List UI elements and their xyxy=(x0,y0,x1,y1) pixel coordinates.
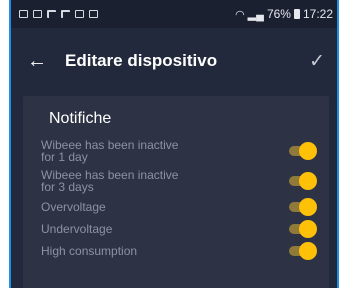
battery-icon xyxy=(293,9,300,19)
toggle-knob xyxy=(299,142,317,160)
flag-icon xyxy=(61,10,70,18)
notification-list: Wibeee has been inactive for 1 day Wibee… xyxy=(23,136,329,262)
app-bar: ← Editare dispositivo ✓ xyxy=(11,28,337,94)
signal-icon: ▂▄ xyxy=(247,8,264,21)
system-status: ◠ ▂▄ 76% 17:22 xyxy=(235,7,333,21)
status-bar: ◠ ▂▄ 76% 17:22 xyxy=(11,0,337,28)
section-title: Notifiche xyxy=(49,110,112,127)
check-icon[interactable]: ✓ xyxy=(309,50,325,73)
phone-screen: ◠ ▂▄ 76% 17:22 ← Editare dispositivo ✓ N… xyxy=(9,0,339,288)
toggle-knob xyxy=(299,198,317,216)
arrow-left-icon[interactable]: ← xyxy=(27,50,55,73)
toggle-knob xyxy=(299,220,317,238)
toggle-switch[interactable] xyxy=(289,220,317,238)
notification-row-overvoltage: Overvoltage xyxy=(23,196,329,218)
notification-label: Wibeee has been inactive for 3 days xyxy=(41,168,179,194)
toggle-switch[interactable] xyxy=(289,242,317,260)
notification-row-inactive-1-day: Wibeee has been inactive for 1 day xyxy=(23,136,329,166)
sim-icon xyxy=(33,10,42,18)
page-title: Editare dispositivo xyxy=(65,51,218,70)
notification-label: High consumption xyxy=(41,244,138,258)
toggle-switch[interactable] xyxy=(289,198,317,216)
wifi-icon: ◠ xyxy=(235,8,245,21)
toggle-switch[interactable] xyxy=(289,142,317,160)
notification-row-high-consumption: High consumption xyxy=(23,240,329,262)
toggle-knob xyxy=(299,172,317,190)
notification-row-undervoltage: Undervoltage xyxy=(23,218,329,240)
photo-icon xyxy=(75,10,84,18)
mail-icon xyxy=(19,10,28,18)
notification-label: Overvoltage xyxy=(41,200,106,214)
clock: 17:22 xyxy=(302,7,333,21)
battery-percent: 76% xyxy=(266,7,291,21)
notification-row-inactive-3-days: Wibeee has been inactive for 3 days xyxy=(23,166,329,196)
cloud-icon xyxy=(89,10,98,18)
calendar-icon xyxy=(47,10,56,18)
notification-label: Undervoltage xyxy=(41,222,113,236)
toggle-switch[interactable] xyxy=(289,172,317,190)
toggle-knob xyxy=(299,242,317,260)
notification-icons xyxy=(19,10,98,18)
notifications-card: Notifiche Wibeee has been inactive for 1… xyxy=(23,96,329,288)
notification-label: Wibeee has been inactive for 1 day xyxy=(41,138,179,164)
